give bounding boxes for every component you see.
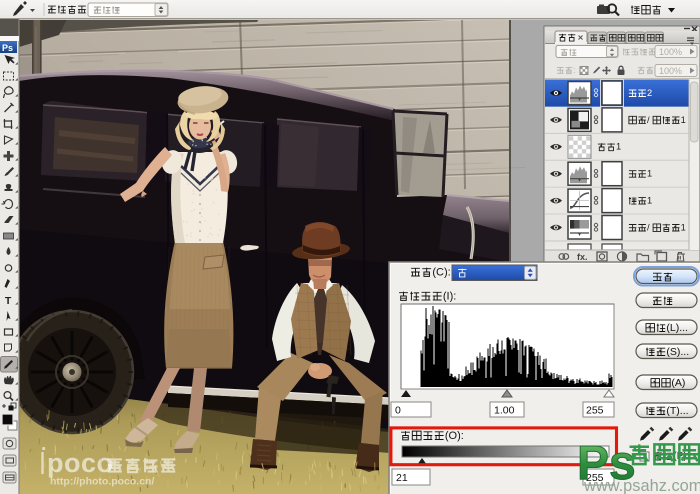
svg-text:1.00: 1.00 xyxy=(494,405,515,417)
svg-text:100%: 100% xyxy=(659,47,682,57)
svg-text:(S)...: (S)... xyxy=(666,346,689,358)
svg-text:2: 2 xyxy=(647,88,652,98)
svg-text:Ps: Ps xyxy=(2,43,13,53)
svg-text:(A): (A) xyxy=(671,377,685,389)
svg-text::: : xyxy=(573,65,575,75)
svg-text:255: 255 xyxy=(586,405,604,417)
svg-text:1: 1 xyxy=(647,169,652,179)
svg-text:100%: 100% xyxy=(659,66,682,76)
svg-text:(L)...: (L)... xyxy=(666,322,688,334)
svg-text:T: T xyxy=(5,295,12,307)
svg-text:(I):: (I): xyxy=(443,290,456,302)
svg-text:fx.: fx. xyxy=(577,252,588,262)
svg-text:21: 21 xyxy=(396,472,408,484)
svg-text:(T)...: (T)... xyxy=(666,405,688,417)
svg-text:(O):: (O): xyxy=(445,430,464,442)
svg-text:/: / xyxy=(647,222,650,232)
svg-text:www.psahz.com: www.psahz.com xyxy=(583,477,700,494)
svg-text:http://photo.poco.cn/: http://photo.poco.cn/ xyxy=(50,476,154,488)
svg-text:1: 1 xyxy=(647,196,652,206)
svg-text:1: 1 xyxy=(681,115,686,125)
svg-text:0: 0 xyxy=(395,405,401,417)
svg-text:(C):: (C): xyxy=(432,266,450,278)
svg-text:1: 1 xyxy=(681,222,686,232)
svg-text:poco: poco xyxy=(47,448,114,478)
svg-text:1: 1 xyxy=(616,142,621,152)
svg-text:/: / xyxy=(647,115,650,125)
